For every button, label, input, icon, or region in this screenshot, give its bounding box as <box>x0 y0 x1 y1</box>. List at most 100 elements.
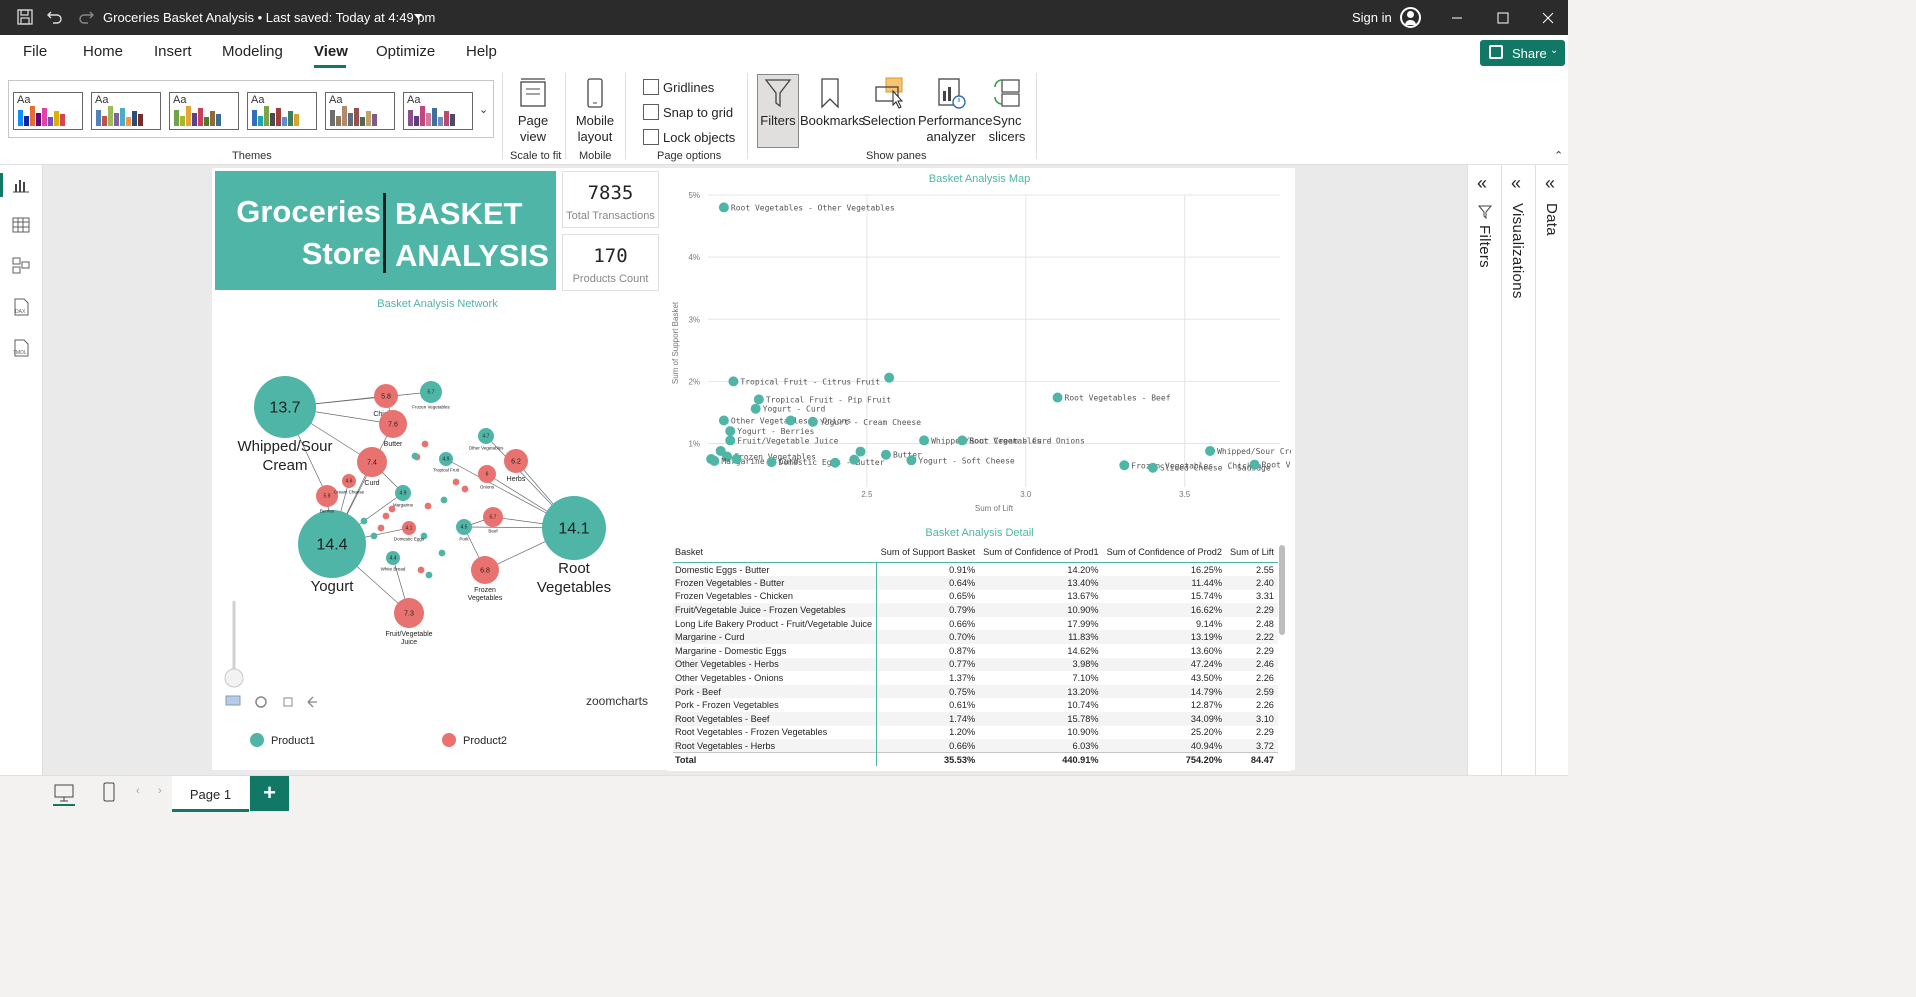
map-point[interactable] <box>709 455 720 466</box>
visualizations-pane[interactable]: « Visualizations <box>1501 165 1535 775</box>
dax-query-view-icon[interactable]: DAX <box>12 298 30 316</box>
data-pane[interactable]: « Data <box>1535 165 1568 775</box>
collapse-ribbon-icon[interactable]: ⌃ <box>1554 149 1563 162</box>
maximize-icon[interactable] <box>1493 8 1513 28</box>
snap-to-grid-checkbox-box[interactable] <box>643 104 659 120</box>
desktop-layout-icon[interactable] <box>53 782 75 806</box>
table-row[interactable]: Margarine - Curd 0.70% 11.83% 13.19% 2.22 <box>673 630 1278 645</box>
map-point[interactable] <box>849 454 860 465</box>
selection-pane-button[interactable]: Selection <box>862 77 916 129</box>
map-point[interactable] <box>718 415 729 426</box>
kpi-products-count[interactable]: 170 Products Count <box>562 234 659 291</box>
map-point[interactable] <box>1147 462 1158 473</box>
report-view-icon[interactable] <box>12 176 30 194</box>
gridlines-checkbox-box[interactable] <box>643 79 659 95</box>
map-point[interactable] <box>718 202 729 213</box>
map-point[interactable] <box>807 416 818 427</box>
page-view-button[interactable]: Page view <box>510 77 556 145</box>
map-point[interactable] <box>1052 392 1063 403</box>
avatar-icon[interactable] <box>1400 7 1421 28</box>
network-satellite-dot[interactable] <box>452 478 460 486</box>
map-point[interactable] <box>884 372 895 383</box>
network-satellite-dot[interactable] <box>411 452 419 460</box>
map-point[interactable] <box>1119 460 1130 471</box>
table-row[interactable]: Other Vegetables - Herbs 0.77% 3.98% 47.24%… <box>673 657 1278 672</box>
table-view-icon[interactable] <box>12 216 30 234</box>
table-row[interactable]: Long Life Bakery Product - Fruit/Vegetab… <box>673 616 1278 631</box>
menu-insert[interactable]: Insert <box>154 43 192 60</box>
bookmarks-pane-button[interactable]: Bookmarks <box>800 77 865 129</box>
theme-thumbnail[interactable]: Aa <box>13 92 83 130</box>
prev-page-icon[interactable]: ‹ <box>136 785 140 797</box>
lock-objects-checkbox-box[interactable] <box>643 129 659 145</box>
map-point[interactable] <box>766 457 777 468</box>
zoom-slider-handle[interactable] <box>224 668 244 688</box>
visualizations-expand-icon[interactable]: « <box>1511 173 1521 194</box>
next-page-icon[interactable]: › <box>158 785 162 797</box>
menu-view[interactable]: View <box>314 43 348 60</box>
theme-thumbnail[interactable]: Aa <box>91 92 161 130</box>
filters-expand-icon[interactable]: « <box>1477 173 1487 194</box>
network-satellite-dot[interactable] <box>382 512 390 520</box>
map-point[interactable] <box>906 455 917 466</box>
table-scrollbar[interactable] <box>1279 545 1285 635</box>
basket-map-chart[interactable]: 1% 2% 3% 4% 5% 2.5 3.0 3.5 Sum of Lift Sum of Sup… <box>668 171 1291 518</box>
network-satellite-dot[interactable] <box>424 502 432 510</box>
table-row[interactable]: Root Vegetables - Herbs 0.66% 6.03% 40.94% 3… <box>673 739 1278 753</box>
mobile-layout-toggle-icon[interactable] <box>100 781 118 803</box>
table-row[interactable]: Pork - Frozen Vegetables 0.61% 10.74% 12.87… <box>673 698 1278 713</box>
table-header-cell[interactable]: Sum of Support Basket <box>876 545 980 563</box>
model-view-icon[interactable] <box>12 256 30 274</box>
fit-view-icon[interactable] <box>225 695 241 706</box>
table-row[interactable]: Frozen Vegetables - Chicken 0.65% 13.67% 15… <box>673 589 1278 604</box>
undo-icon[interactable] <box>46 8 64 26</box>
map-point[interactable] <box>1205 445 1216 456</box>
share-button[interactable]: Share ⌄ <box>1480 40 1565 66</box>
map-point[interactable] <box>725 426 736 437</box>
table-header-cell[interactable]: Sum of Confidence of Prod1 <box>979 545 1103 563</box>
table-header-cell[interactable]: Sum of Lift <box>1226 545 1278 563</box>
map-point[interactable] <box>880 449 891 460</box>
map-point[interactable] <box>855 446 866 457</box>
network-satellite-dot[interactable] <box>377 524 385 532</box>
map-point[interactable] <box>728 376 739 387</box>
table-row[interactable]: Margarine - Domestic Eggs 0.87% 14.62% 13.6… <box>673 644 1278 658</box>
page-tab-1[interactable]: Page 1 <box>172 776 249 812</box>
menu-modeling[interactable]: Modeling <box>222 43 283 60</box>
map-point[interactable] <box>731 454 742 465</box>
map-point[interactable] <box>919 435 930 446</box>
map-point[interactable] <box>957 435 968 446</box>
filters-pane-button[interactable]: Filters <box>758 77 798 129</box>
map-point[interactable] <box>1249 459 1260 470</box>
network-satellite-dot[interactable] <box>421 440 429 448</box>
mobile-layout-button[interactable]: Mobile layout <box>574 77 616 145</box>
menu-file[interactable]: File <box>23 43 47 60</box>
close-icon[interactable] <box>1538 8 1558 28</box>
map-point[interactable] <box>830 457 841 468</box>
table-row[interactable]: Root Vegetables - Frozen Vegetables 1.20%… <box>673 725 1278 740</box>
table-row[interactable]: Root Vegetables - Beef 1.74% 15.78% 34.09% 3… <box>673 712 1278 726</box>
theme-thumbnail[interactable]: Aa <box>403 92 473 130</box>
add-page-button[interactable]: + <box>250 776 289 811</box>
network-satellite-dot[interactable] <box>461 485 469 493</box>
table-header-cell[interactable]: Basket <box>673 545 877 563</box>
table-row[interactable]: Fruit/Vegetable Juice - Frozen Vegetable… <box>673 603 1278 617</box>
map-point[interactable] <box>750 403 761 414</box>
tmdl-view-icon[interactable]: TMDL <box>12 339 30 357</box>
table-row[interactable]: Domestic Eggs - Butter 0.91% 14.20% 16.25% 2… <box>673 562 1278 577</box>
themes-expand-icon[interactable]: ⌄ <box>479 103 488 116</box>
map-point[interactable] <box>785 415 796 426</box>
table-row[interactable]: Frozen Vegetables - Butter 0.64% 13.40% 11.… <box>673 576 1278 590</box>
network-satellite-dot[interactable] <box>425 571 433 579</box>
theme-thumbnail[interactable]: Aa <box>247 92 317 130</box>
map-point[interactable] <box>725 435 736 446</box>
minimize-icon[interactable] <box>1447 8 1467 28</box>
data-expand-icon[interactable]: « <box>1545 173 1555 194</box>
network-satellite-dot[interactable] <box>438 549 446 557</box>
theme-thumbnail[interactable]: Aa <box>325 92 395 130</box>
theme-thumbnail[interactable]: Aa <box>169 92 239 130</box>
kpi-total-transactions[interactable]: 7835 Total Transactions <box>562 171 659 228</box>
network-satellite-dot[interactable] <box>370 532 378 540</box>
network-satellite-dot[interactable] <box>360 517 368 525</box>
network-chart[interactable]: 13.7 Whipped/Sour Cream 14.4 Yogurt 14.1 Root V… <box>216 296 659 770</box>
